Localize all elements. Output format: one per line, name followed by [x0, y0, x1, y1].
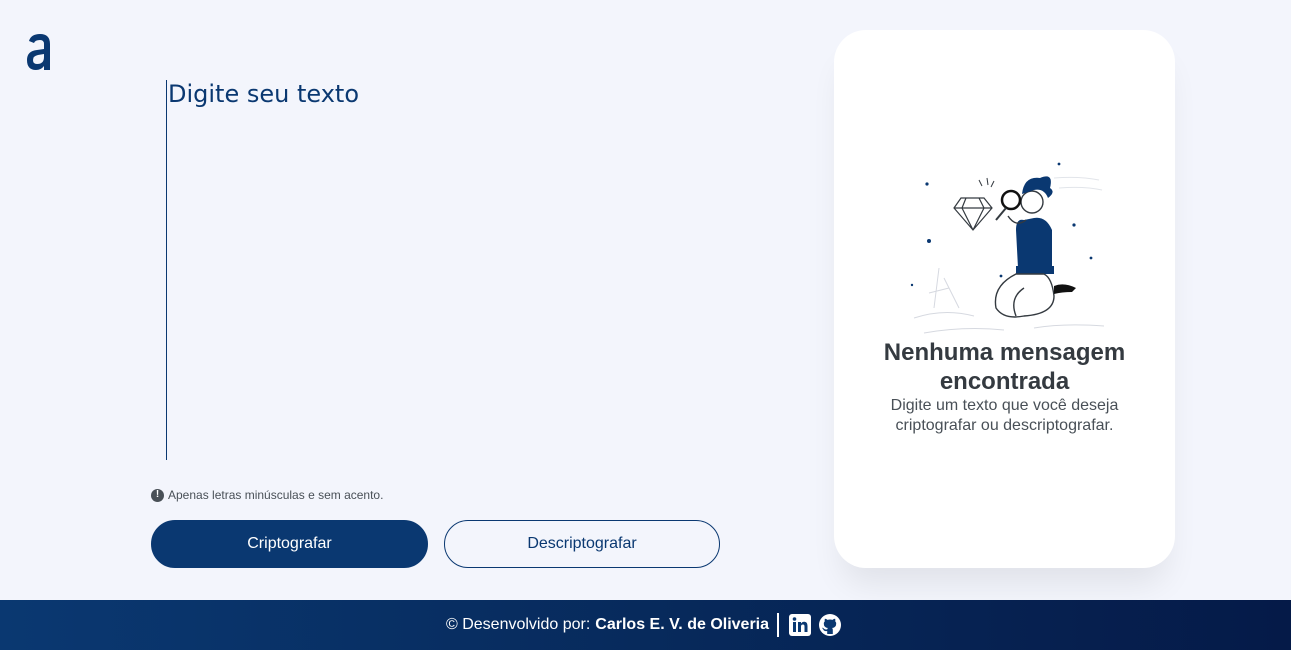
result-text: Digite um texto que você deseja criptogr… — [890, 397, 1119, 434]
footer-prefix: © Desenvolvido por: — [445, 616, 591, 633]
footer-author: Carlos E. V. de Oliveria — [595, 616, 770, 633]
result-title: Nenhuma mensagem encontrada — [883, 339, 1126, 395]
footer: © Desenvolvido por: Carlos E. V. de Oliv… — [0, 600, 1291, 650]
encrypt-button[interactable]: Criptografar — [151, 520, 428, 568]
logo-icon — [25, 32, 55, 72]
text-editor-wrapper — [166, 80, 766, 460]
person-with-magnifier-illustration — [904, 158, 1114, 358]
input-hint: ! Apenas letras minúsculas e sem acento. — [151, 488, 383, 502]
footer-divider — [777, 613, 780, 637]
decrypt-button[interactable]: Descriptografar — [444, 520, 720, 568]
hint-text: Apenas letras minúsculas e sem acento. — [168, 488, 384, 502]
github-icon[interactable] — [819, 614, 842, 636]
linkedin-icon[interactable] — [789, 614, 812, 636]
result-card: Nenhuma mensagem encontrada Digite um te… — [834, 30, 1175, 568]
text-input[interactable] — [166, 80, 766, 460]
exclamation-circle-icon: ! — [151, 488, 164, 502]
